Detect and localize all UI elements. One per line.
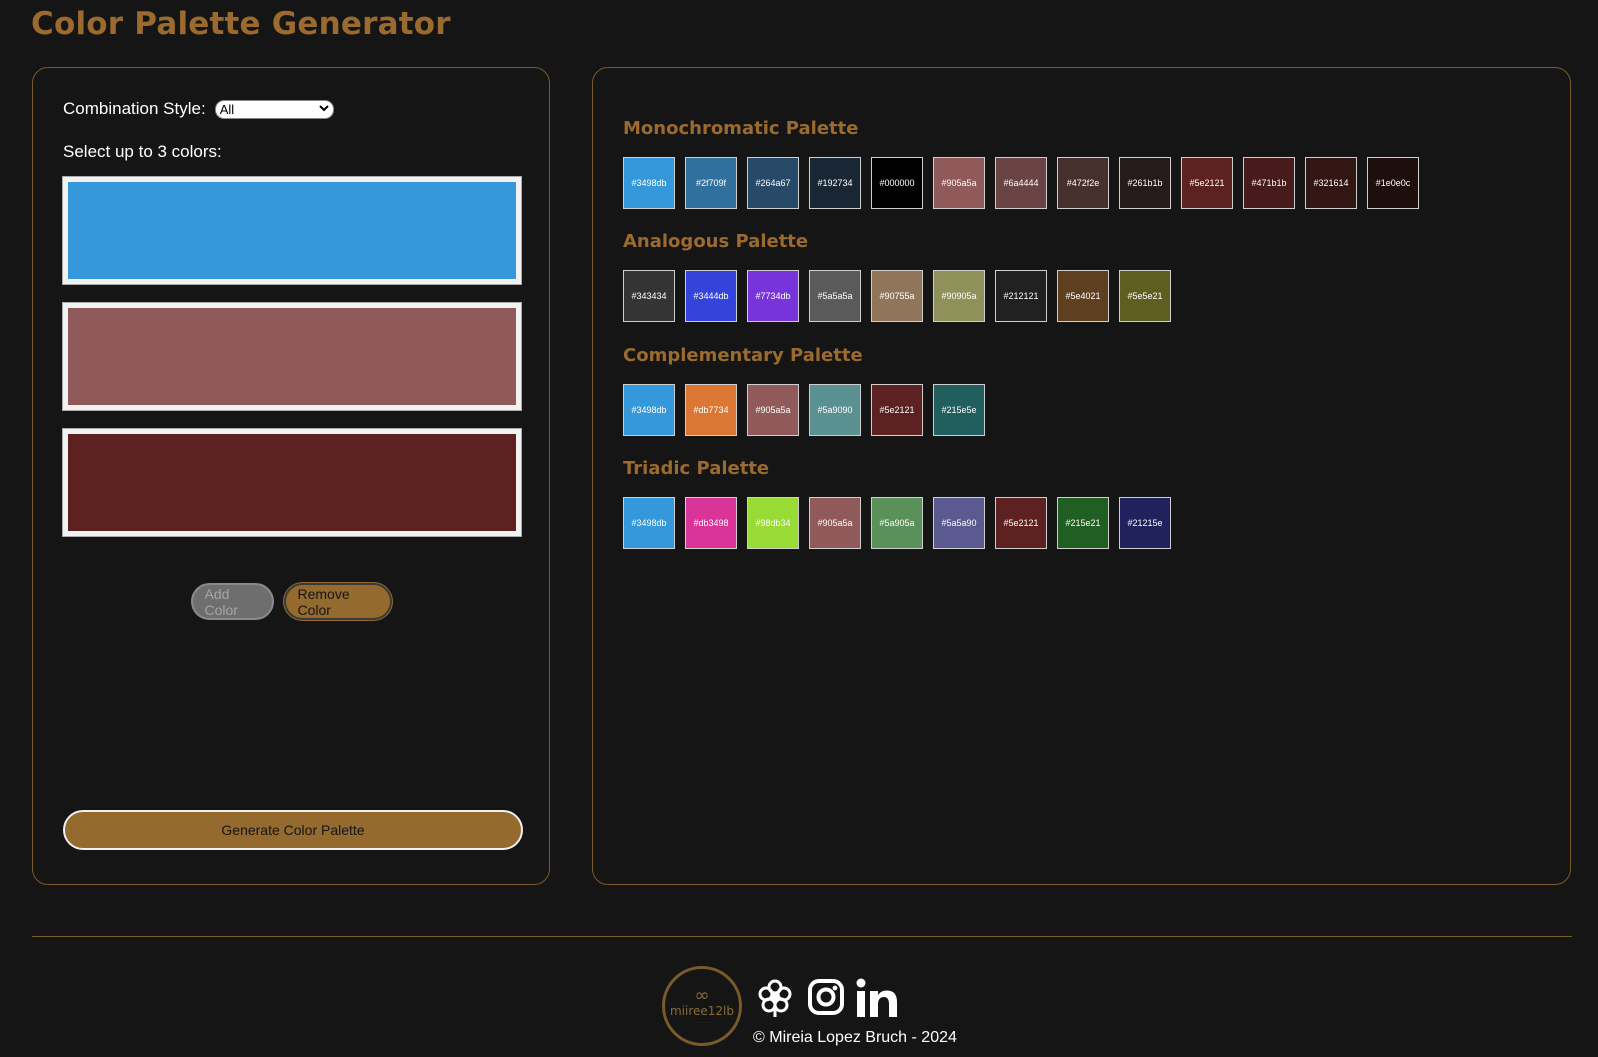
- linkedin-icon[interactable]: [856, 978, 898, 1018]
- selected-color-box[interactable]: [62, 302, 522, 411]
- color-swatch[interactable]: #90905a: [933, 270, 985, 322]
- color-swatch[interactable]: #264a67: [747, 157, 799, 209]
- color-swatch[interactable]: #192734: [809, 157, 861, 209]
- color-swatch[interactable]: #905a5a: [933, 157, 985, 209]
- color-swatch[interactable]: #1e0e0c: [1367, 157, 1419, 209]
- palette-title: Complementary Palette: [623, 345, 863, 366]
- color-swatch[interactable]: #472f2e: [1057, 157, 1109, 209]
- swatch-row: #343434 #3444db #7734db #5a5a5a #90755a #9090…: [623, 270, 1171, 322]
- color-swatch[interactable]: #3498db: [623, 384, 675, 436]
- footer-divider: [32, 936, 1572, 937]
- color-swatch[interactable]: #905a5a: [747, 384, 799, 436]
- color-swatch[interactable]: #6a4444: [995, 157, 1047, 209]
- color-swatch[interactable]: #261b1b: [1119, 157, 1171, 209]
- color-swatch[interactable]: #3444db: [685, 270, 737, 322]
- color-swatch[interactable]: #321614: [1305, 157, 1357, 209]
- chevron-down-icon: [318, 104, 329, 115]
- color-selection-panel: Combination Style: All Select up to 3 co…: [32, 67, 550, 885]
- palette-section: Analogous Palette #343434 #3444db #7734db #5…: [623, 230, 1171, 322]
- color-swatch[interactable]: #215e5e: [933, 384, 985, 436]
- color-swatch[interactable]: #471b1b: [1243, 157, 1295, 209]
- color-swatch[interactable]: #5e2121: [995, 497, 1047, 549]
- swatch-row: #3498db #db3498 #98db34 #905a5a #5a905a #5a5a…: [623, 497, 1171, 549]
- infinity-icon: ∞: [694, 984, 710, 1006]
- color-swatch[interactable]: #7734db: [747, 270, 799, 322]
- palette-section: Complementary Palette #3498db #db7734 #905a…: [623, 344, 985, 436]
- select-colors-label: Select up to 3 colors:: [63, 142, 222, 161]
- selected-color-box[interactable]: [62, 428, 522, 537]
- color-swatch[interactable]: #3498db: [623, 497, 675, 549]
- generate-palette-button[interactable]: Generate Color Palette: [63, 810, 523, 850]
- palette-section: Triadic Palette #3498db #db3498 #98db34 #905…: [623, 457, 1171, 549]
- combination-style-select[interactable]: All: [214, 99, 334, 119]
- color-swatch[interactable]: #5e2121: [1181, 157, 1233, 209]
- color-swatch[interactable]: #215e21: [1057, 497, 1109, 549]
- color-swatch[interactable]: #5a5a90: [933, 497, 985, 549]
- logo-tagline-mark: · · · · · · ·: [693, 1019, 711, 1025]
- page-title: Color Palette Generator: [31, 6, 451, 42]
- swatch-row: #3498db #db7734 #905a5a #5a9090 #5e2121 #215e…: [623, 384, 985, 436]
- combination-style-label: Combination Style:: [63, 99, 206, 118]
- color-swatch[interactable]: #212121: [995, 270, 1047, 322]
- logo-text: miiree12lb: [669, 1003, 734, 1018]
- color-buttons-row: Add Color Remove Color: [33, 583, 549, 620]
- palette-title: Analogous Palette: [623, 231, 809, 252]
- color-swatch[interactable]: #3498db: [623, 157, 675, 209]
- swatch-row: #3498db #2f709f #264a67 #192734 #000000 #905a…: [623, 157, 1419, 209]
- color-swatch[interactable]: #db7734: [685, 384, 737, 436]
- color-swatch[interactable]: #21215e: [1119, 497, 1171, 549]
- palette-section: Monochromatic Palette #3498db #2f709f #264a…: [623, 117, 1419, 209]
- color-swatch[interactable]: #98db34: [747, 497, 799, 549]
- palettes-panel: Monochromatic Palette #3498db #2f709f #264a…: [592, 67, 1571, 885]
- color-swatch[interactable]: #343434: [623, 270, 675, 322]
- color-swatch[interactable]: #2f709f: [685, 157, 737, 209]
- color-swatch[interactable]: #5e4021: [1057, 270, 1109, 322]
- selected-color-box[interactable]: [62, 176, 522, 285]
- color-swatch[interactable]: #db3498: [685, 497, 737, 549]
- color-swatch[interactable]: #5a905a: [871, 497, 923, 549]
- color-swatch[interactable]: #5e5e21: [1119, 270, 1171, 322]
- combination-style-value: All: [219, 101, 235, 117]
- flower-icon[interactable]: [757, 978, 793, 1018]
- color-swatch[interactable]: #905a5a: [809, 497, 861, 549]
- color-swatch[interactable]: #000000: [871, 157, 923, 209]
- add-color-button[interactable]: Add Color: [190, 583, 274, 620]
- color-swatch[interactable]: #5a9090: [809, 384, 861, 436]
- instagram-icon[interactable]: [807, 978, 845, 1016]
- color-swatch[interactable]: #5e2121: [871, 384, 923, 436]
- palette-title: Monochromatic Palette: [623, 118, 859, 139]
- palette-title: Triadic Palette: [623, 458, 770, 479]
- remove-color-button[interactable]: Remove Color: [283, 583, 392, 620]
- color-swatch[interactable]: #5a5a5a: [809, 270, 861, 322]
- combination-style-row: Combination Style: All: [63, 99, 334, 119]
- brand-logo[interactable]: ∞ miiree12lb · · · · · · ·: [662, 966, 742, 1046]
- copyright-text: © Mireia Lopez Bruch - 2024: [753, 1029, 957, 1046]
- color-swatch[interactable]: #90755a: [871, 270, 923, 322]
